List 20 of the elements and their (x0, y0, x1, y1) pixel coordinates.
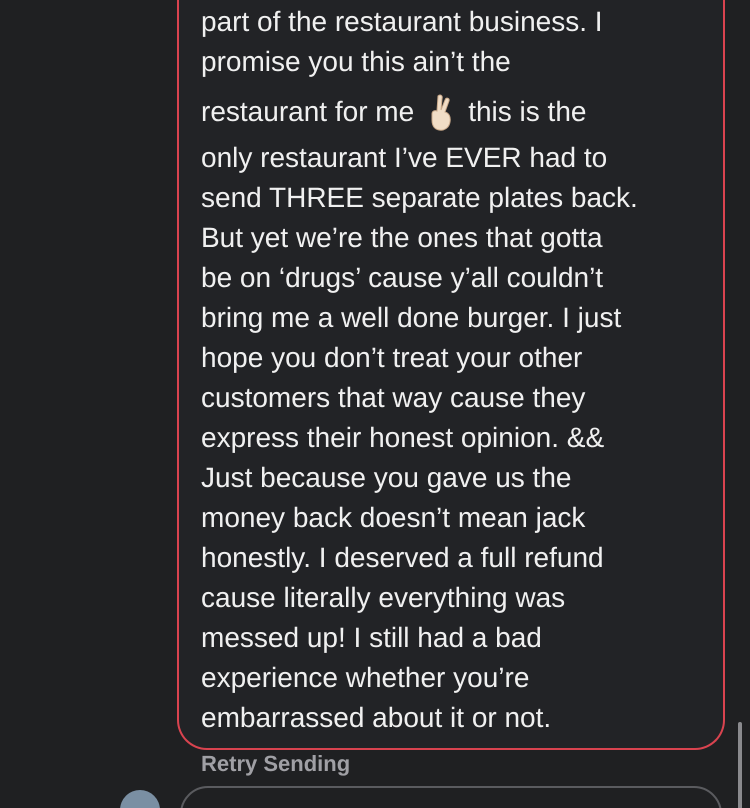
message-line: honestly. I deserved a full refund (201, 541, 605, 575)
message-line: customers that way cause they (201, 381, 586, 415)
message-line: cause literally everything was (201, 581, 566, 615)
retry-sending-link[interactable]: Retry Sending (201, 750, 350, 778)
message-line: this is the (468, 95, 586, 129)
message-line: Just because you gave us the (201, 461, 572, 495)
message-line: only restaurant I’ve EVER had to (201, 141, 608, 175)
message-line: bring me a well done burger. I just (201, 301, 622, 335)
message-line: money back doesn’t mean jack (201, 501, 586, 535)
message-line: experience whether you’re (201, 661, 530, 695)
message-line: embarrassed about it or not. (201, 701, 552, 735)
message-line: express their honest opinion. && (201, 421, 606, 455)
message-line: send THREE separate plates back. (201, 181, 639, 215)
message-line: be on ‘drugs’ cause y’all couldn’t (201, 261, 604, 295)
message-line: restaurant for me (201, 95, 414, 129)
message-line: But yet we’re the ones that gotta (201, 221, 604, 255)
message-line: part of the restaurant business. I (201, 5, 604, 39)
message-line: promise you this ain’t the (201, 45, 512, 79)
message-line: messed up! I still had a bad (201, 621, 543, 655)
message-line: hope you don’t treat your other (201, 341, 584, 375)
